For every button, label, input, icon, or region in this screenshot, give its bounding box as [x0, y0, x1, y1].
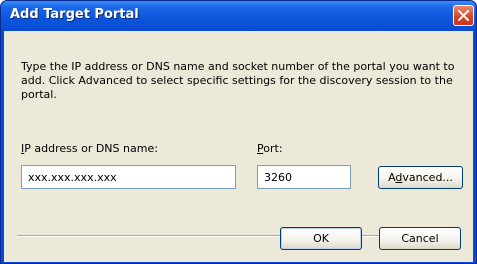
close-icon — [458, 10, 469, 21]
ip-address-input[interactable] — [21, 165, 236, 189]
advanced-button[interactable]: Advanced... — [378, 166, 463, 189]
dialog-body: Type the IP address or DNS name and sock… — [4, 31, 473, 262]
port-label: Port: — [257, 142, 283, 155]
instructions-text: Type the IP address or DNS name and sock… — [21, 60, 455, 101]
cancel-button[interactable]: Cancel — [379, 227, 461, 250]
add-target-portal-dialog: Add Target Portal Type the IP address or… — [0, 0, 477, 264]
ok-button[interactable]: OK — [280, 227, 362, 250]
title-bar[interactable]: Add Target Portal — [1, 1, 476, 31]
port-label-text: ort: — [263, 142, 283, 155]
port-input[interactable] — [257, 165, 351, 189]
ip-label-text: P address or DNS name: — [24, 142, 158, 155]
dialog-title: Add Target Portal — [10, 7, 139, 22]
close-button[interactable] — [453, 5, 474, 26]
advanced-label-post: vanced... — [402, 171, 453, 184]
ip-address-label: IP address or DNS name: — [21, 142, 158, 155]
